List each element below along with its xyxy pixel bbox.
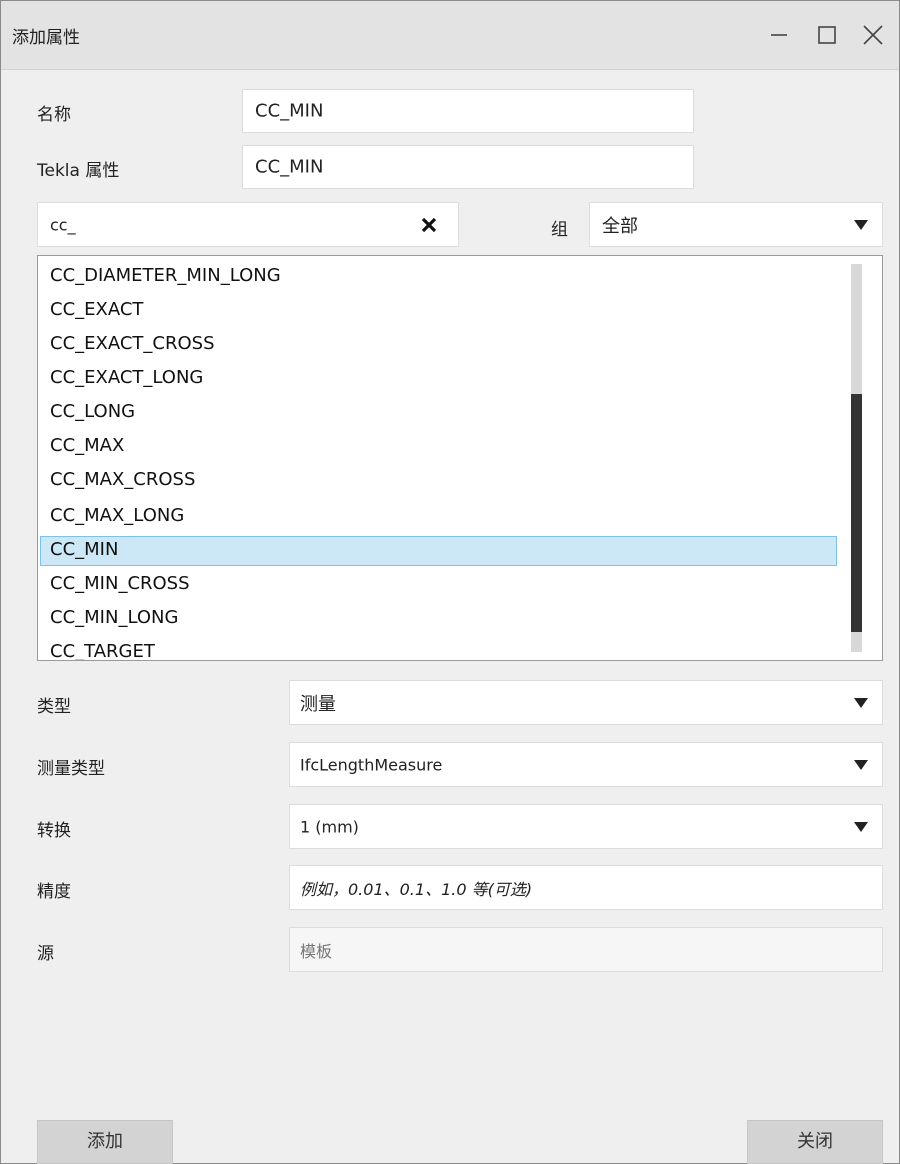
list-scrollbar-thumb[interactable] <box>851 394 862 632</box>
maximize-icon[interactable] <box>807 17 847 53</box>
search-input-value: cc_ <box>50 215 76 234</box>
list-item[interactable]: CC_MAX_CROSS <box>50 469 195 490</box>
close-button[interactable]: 关闭 <box>747 1120 883 1164</box>
tekla-property-input-value: CC_MIN <box>255 156 324 178</box>
tekla-property-label: Tekla 属性 <box>37 161 120 181</box>
type-select-value: 测量 <box>300 693 336 715</box>
list-item-selected[interactable]: CC_MIN <box>50 539 118 560</box>
group-select-value: 全部 <box>602 215 638 237</box>
measure-type-select-value: IfcLengthMeasure <box>300 755 443 774</box>
precision-input-placeholder: 例如，0.01、0.1、1.0 等(可选) <box>300 879 533 899</box>
list-item[interactable]: CC_EXACT <box>50 299 143 320</box>
list-item[interactable]: CC_EXACT_LONG <box>50 367 203 388</box>
list-item[interactable]: CC_MIN_CROSS <box>50 573 190 594</box>
list-item[interactable]: CC_EXACT_CROSS <box>50 333 215 354</box>
add-property-dialog: 添加属性 名称 CC_MIN Tekla 属性 CC_MIN cc_ 组 全部 … <box>0 0 900 1164</box>
group-select[interactable]: 全部 <box>589 202 883 247</box>
precision-input[interactable]: 例如，0.01、0.1、1.0 等(可选) <box>289 865 883 910</box>
conversion-select-value: 1 (mm) <box>300 817 359 836</box>
name-input-value: CC_MIN <box>255 100 324 122</box>
clear-icon[interactable] <box>419 215 439 239</box>
list-item[interactable]: CC_LONG <box>50 401 135 422</box>
dropdown-arrow-icon <box>854 697 868 708</box>
name-label: 名称 <box>37 105 71 125</box>
source-field: 模板 <box>289 927 883 972</box>
conversion-label: 转换 <box>37 821 71 841</box>
search-input[interactable]: cc_ <box>37 202 459 247</box>
dropdown-arrow-icon <box>854 219 868 230</box>
list-item[interactable]: CC_TARGET <box>50 641 155 660</box>
type-label: 类型 <box>37 697 71 717</box>
conversion-select[interactable]: 1 (mm) <box>289 804 883 849</box>
type-select[interactable]: 测量 <box>289 680 883 725</box>
list-item[interactable]: CC_MAX <box>50 435 124 456</box>
selected-row-highlight <box>40 536 837 566</box>
dropdown-arrow-icon <box>854 759 868 770</box>
precision-label: 精度 <box>37 882 71 902</box>
title-bar: 添加属性 <box>1 1 899 70</box>
name-input[interactable]: CC_MIN <box>242 89 694 133</box>
list-item[interactable]: CC_MAX_LONG <box>50 505 184 526</box>
dropdown-arrow-icon <box>854 821 868 832</box>
list-item[interactable]: CC_DIAMETER_MIN_LONG <box>50 265 281 286</box>
measure-type-label: 测量类型 <box>37 759 105 779</box>
group-label: 组 <box>551 220 568 240</box>
property-list[interactable]: CC_DIAMETER_MIN_LONG CC_EXACT CC_EXACT_C… <box>37 255 883 661</box>
close-icon[interactable] <box>853 17 893 53</box>
source-label: 源 <box>37 944 54 964</box>
source-field-value: 模板 <box>300 941 333 961</box>
window-title: 添加属性 <box>12 28 80 48</box>
minimize-icon[interactable] <box>759 17 799 53</box>
measure-type-select[interactable]: IfcLengthMeasure <box>289 742 883 787</box>
tekla-property-input[interactable]: CC_MIN <box>242 145 694 189</box>
list-item[interactable]: CC_MIN_LONG <box>50 607 178 628</box>
add-button[interactable]: 添加 <box>37 1120 173 1164</box>
